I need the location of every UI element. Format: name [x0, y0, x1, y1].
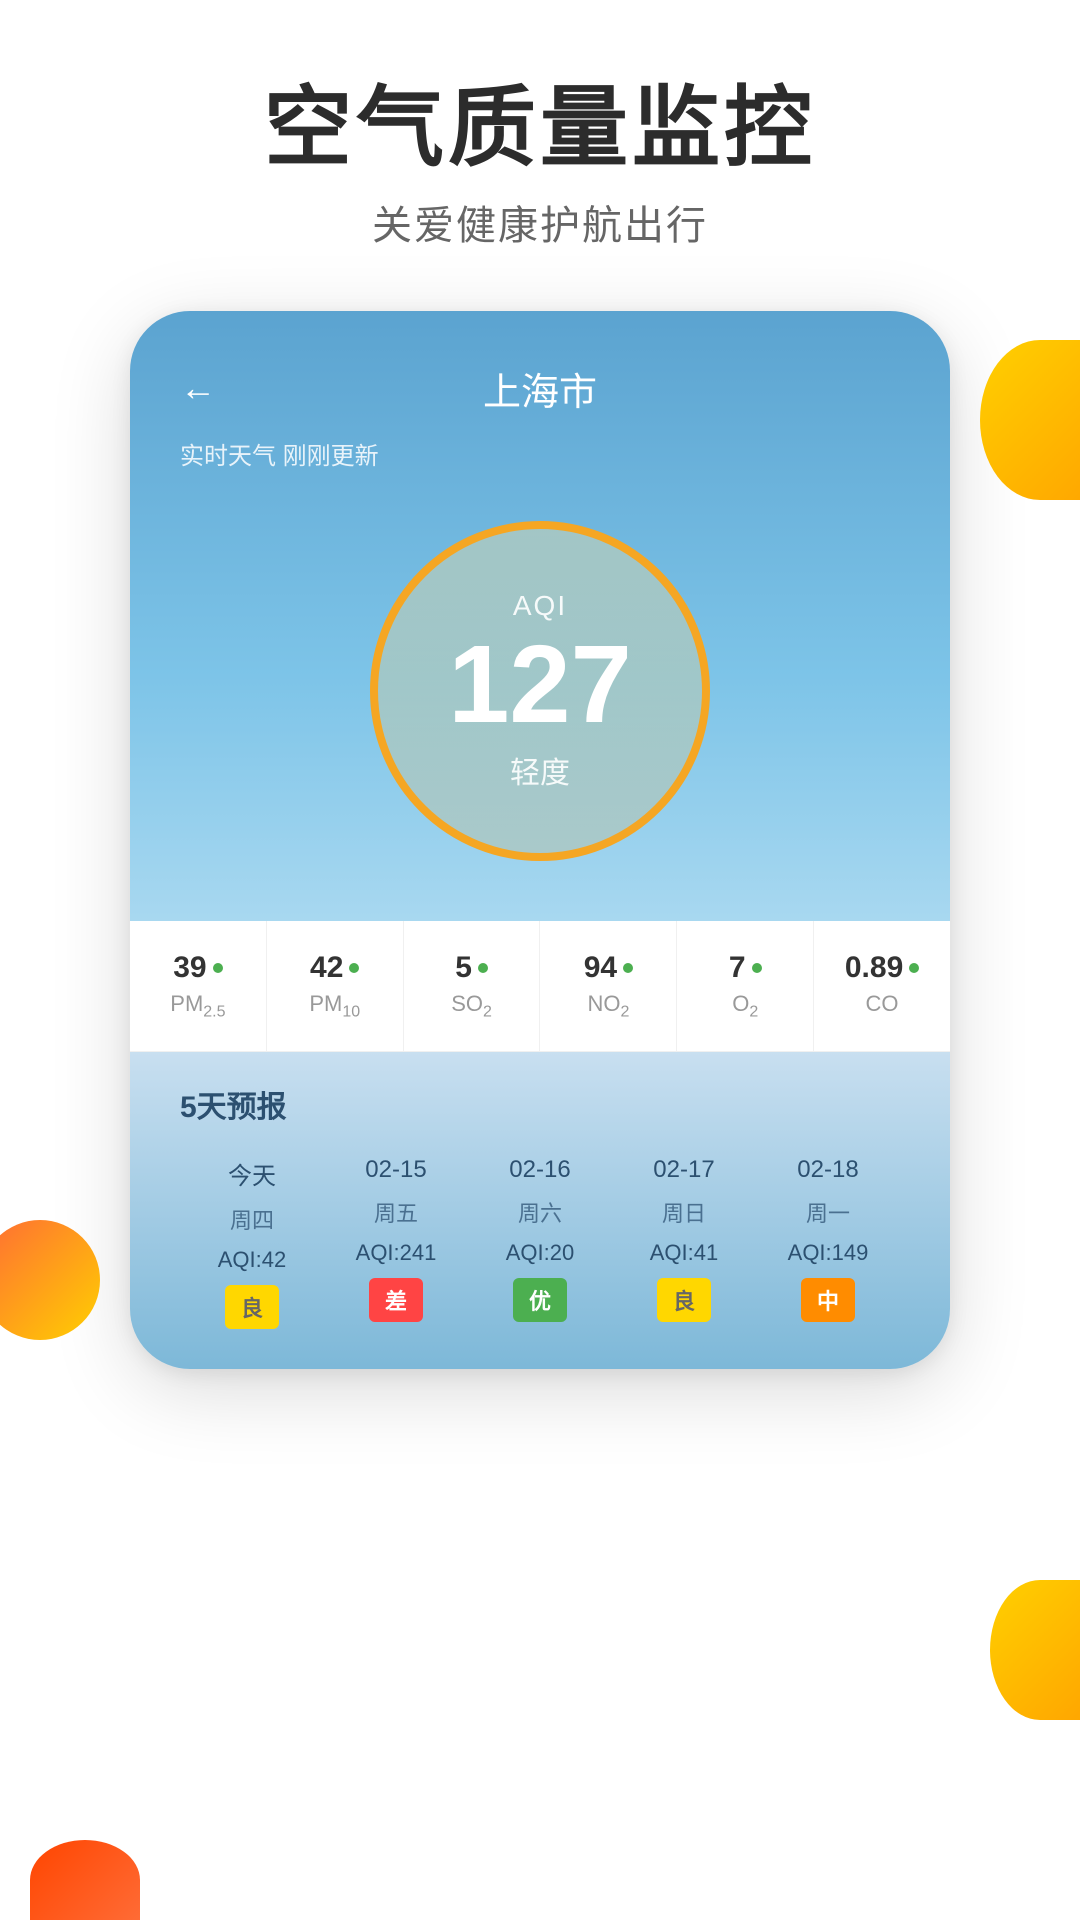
forecast-aqi-label: AQI:42: [218, 1247, 286, 1273]
pollutant-dot: [478, 963, 488, 973]
aqi-circle: AQI 127 轻度: [370, 521, 710, 861]
forecast-day-name: 02-16: [509, 1156, 570, 1184]
aqi-description: 轻度: [510, 748, 570, 792]
forecast-weekday: 周六: [518, 1196, 562, 1228]
forecast-aqi-label: AQI:41: [650, 1240, 718, 1266]
page-title: 空气质量监控: [0, 80, 1080, 177]
blob-bottom-right: [990, 1580, 1080, 1720]
pollutant-item: 94NO2: [540, 921, 677, 1051]
back-button[interactable]: ←: [180, 367, 216, 409]
forecast-day-name: 02-18: [797, 1156, 858, 1184]
forecast-weekday: 周四: [230, 1203, 274, 1235]
forecast-title: 5天预报: [180, 1082, 900, 1126]
pollutant-value: 42: [310, 951, 343, 985]
pollutant-name: CO: [866, 991, 899, 1017]
pollutant-item: 42 PM10: [267, 921, 404, 1051]
forecast-grid: 今天周四 AQI:42 良 02-15 周五 AQI:241 差 02-16 周六 AQI:20 优…: [180, 1156, 900, 1329]
pollutants-section: 39PM2.542PM105SO294NO27O20.89CO: [130, 921, 950, 1052]
pollutant-name: O2: [732, 991, 758, 1021]
forecast-badge: 优: [513, 1278, 567, 1322]
sky-section: ← 上海市 实时天气 刚刚更新 AQI 127 轻度: [130, 311, 950, 921]
blob-bottom-red: [30, 1840, 140, 1920]
forecast-day: 02-16 周六 AQI:20 优: [468, 1156, 612, 1329]
forecast-section: 5天预报 今天周四 AQI:42 良 02-15 周五 AQI:241 差 02-16 周六 AQ…: [130, 1052, 950, 1369]
aqi-circle-container: AQI 127 轻度: [180, 501, 900, 921]
forecast-day-name: 02-15: [365, 1156, 426, 1184]
pollutant-value: 7: [729, 951, 746, 985]
pollutant-value: 39: [173, 951, 206, 985]
forecast-weekday: 周日: [662, 1196, 706, 1228]
pollutant-dot: [349, 963, 359, 973]
forecast-badge: 差: [369, 1278, 423, 1322]
app-screen: ← 上海市 实时天气 刚刚更新 AQI 127 轻度 39 PM2.5 42 PM10…: [130, 311, 950, 1369]
forecast-day: 今天周四 AQI:42 良: [180, 1156, 324, 1329]
pollutant-item: 7O2: [677, 921, 814, 1051]
pollutant-name: PM2.5: [170, 991, 225, 1021]
aqi-label: AQI: [513, 590, 567, 622]
pollutant-value: 94: [584, 951, 617, 985]
header-section: 空气质量监控 关爱健康护航出行: [0, 0, 1080, 291]
pollutant-dot: [213, 963, 223, 973]
pollutant-name: SO2: [451, 991, 492, 1021]
pollutant-name: PM10: [309, 991, 360, 1021]
pollutant-value: 5: [455, 951, 472, 985]
pollutant-dot: [909, 963, 919, 973]
forecast-aqi-label: AQI:149: [788, 1240, 869, 1266]
forecast-day: 02-17 周日 AQI:41 良: [612, 1156, 756, 1329]
forecast-badge: 中: [801, 1278, 855, 1322]
blob-top-right: [980, 340, 1080, 500]
forecast-aqi-label: AQI:20: [506, 1240, 574, 1266]
phone-mockup: ← 上海市 实时天气 刚刚更新 AQI 127 轻度 39 PM2.5 42 PM10…: [130, 311, 950, 1369]
pollutant-value: 0.89: [845, 951, 903, 985]
aqi-value: 127: [448, 630, 632, 740]
page-subtitle: 关爱健康护航出行: [0, 193, 1080, 251]
pollutant-item: 5SO2: [404, 921, 541, 1051]
forecast-day: 02-18 周一 AQI:149 中: [756, 1156, 900, 1329]
forecast-aqi-label: AQI:241: [356, 1240, 437, 1266]
pollutant-item: 39 PM2.5: [130, 921, 267, 1051]
forecast-weekday: 周一: [806, 1196, 850, 1228]
pollutant-dot: [623, 963, 633, 973]
city-name: 上海市: [483, 361, 597, 416]
weather-status: 实时天气 刚刚更新: [180, 436, 900, 471]
pollutant-name: NO2: [587, 991, 629, 1021]
forecast-weekday: 周五: [374, 1196, 418, 1228]
pollutant-item: 0.89 CO: [814, 921, 950, 1051]
blob-bottom-left: [0, 1220, 100, 1340]
forecast-badge: 良: [657, 1278, 711, 1322]
forecast-day-name: 02-17: [653, 1156, 714, 1184]
forecast-badge: 良: [225, 1285, 279, 1329]
nav-bar: ← 上海市: [180, 361, 900, 416]
pollutant-dot: [752, 963, 762, 973]
forecast-day: 02-15 周五 AQI:241 差: [324, 1156, 468, 1329]
forecast-day-name: 今天: [228, 1156, 276, 1191]
